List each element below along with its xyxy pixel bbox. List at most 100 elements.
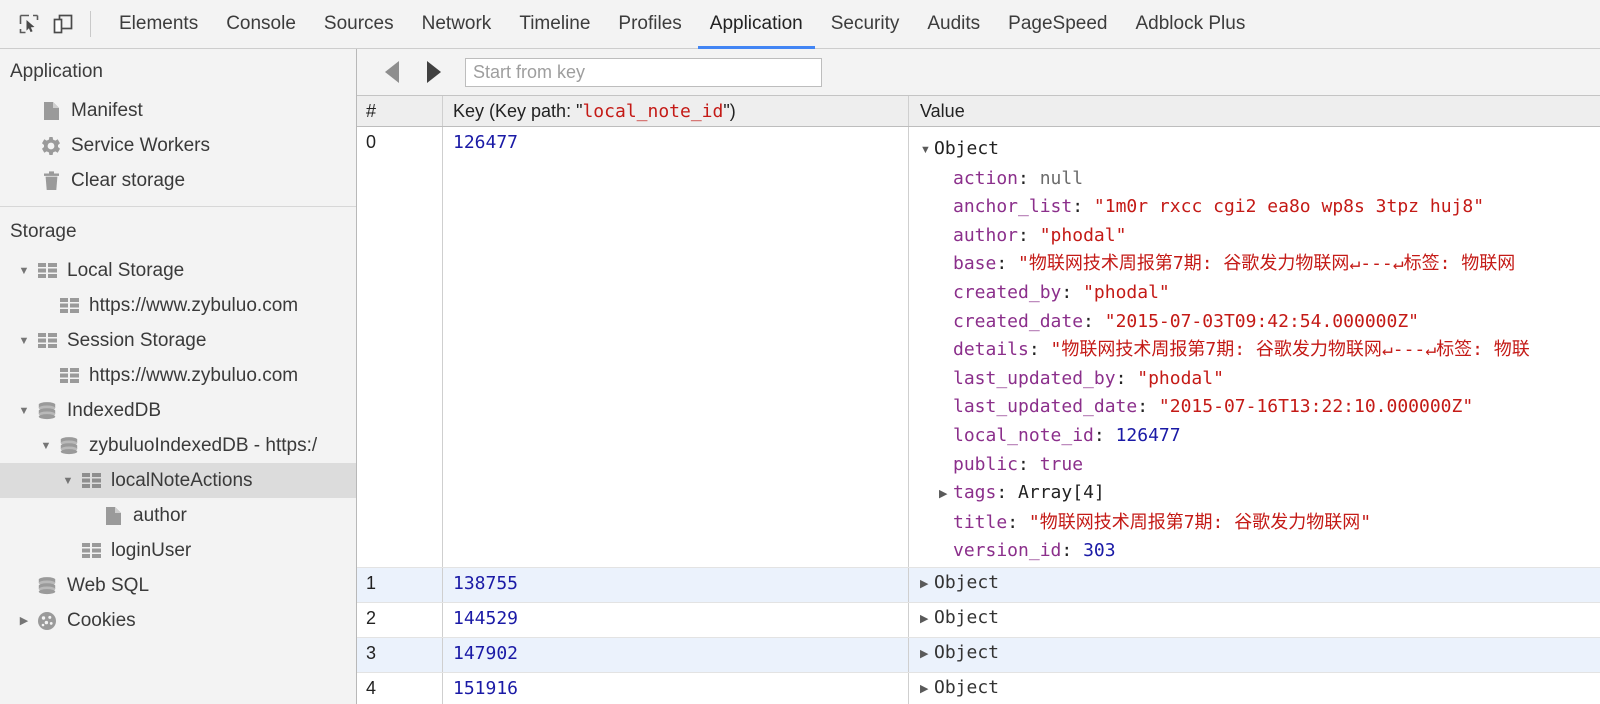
object-property-version-id: version_id: 303	[920, 537, 1530, 566]
sidebar-item-label: loginUser	[111, 540, 191, 562]
devtools-window: Elements Console Sources Network Timelin…	[0, 0, 1600, 704]
table-row[interactable]: 2 144529 ▶Object	[357, 603, 1600, 638]
tab-label: Timeline	[519, 13, 590, 35]
sidebar-item-label: https://www.zybuluo.com	[89, 365, 298, 387]
cell-value: ▼Object action: null anchor_list: "1m0r …	[909, 127, 1600, 567]
sidebar-item-zybuluo-indexeddb[interactable]: ▼ zybuluoIndexedDB - https:/	[0, 428, 356, 463]
sidebar-item-manifest[interactable]: Manifest	[0, 93, 356, 128]
object-collapsed[interactable]: ▶Object	[920, 677, 999, 698]
object-label: Object	[934, 607, 999, 628]
object-collapsed[interactable]: ▶Object	[920, 572, 999, 593]
sidebar-item-loginuser[interactable]: loginUser	[0, 533, 356, 568]
property-separator: :	[1007, 512, 1029, 533]
tab-label: Application	[710, 13, 803, 35]
property-name: created_by	[953, 282, 1061, 303]
chevron-right-icon[interactable]: ▶	[920, 577, 934, 590]
cell-value[interactable]: ▶Object	[909, 638, 1600, 672]
chevron-down-icon[interactable]: ▼	[14, 335, 34, 347]
sidebar-item-indexeddb[interactable]: ▼ IndexedDB	[0, 393, 356, 428]
object-property-local-note-id: local_note_id: 126477	[920, 422, 1530, 451]
column-header-index[interactable]: #	[357, 96, 443, 126]
chevron-down-icon[interactable]: ▼	[920, 136, 934, 165]
cell-value[interactable]: ▶Object	[909, 568, 1600, 602]
column-header-value[interactable]: Value	[909, 96, 1600, 126]
sidebar-item-session-storage-origin[interactable]: https://www.zybuluo.com	[0, 358, 356, 393]
tab-label: Console	[226, 13, 296, 35]
property-value: 303	[1083, 540, 1116, 561]
sidebar-item-local-storage[interactable]: ▼ Local Storage	[0, 253, 356, 288]
tab-adblock-plus[interactable]: Adblock Plus	[1122, 0, 1260, 49]
property-value: "物联网技术周报第7期: 谷歌发力物联网↵---↵标签: 物联	[1051, 339, 1530, 360]
sidebar-item-cookies[interactable]: ▶ Cookies	[0, 603, 356, 638]
property-name: action	[953, 168, 1018, 189]
object-collapsed[interactable]: ▶Object	[920, 607, 999, 628]
sidebar-item-author[interactable]: author	[0, 498, 356, 533]
object-property-action: action: null	[920, 165, 1530, 194]
table-row[interactable]: 3 147902 ▶Object	[357, 638, 1600, 673]
toolbar-divider	[90, 11, 91, 37]
tab-profiles[interactable]: Profiles	[604, 0, 695, 49]
tab-elements[interactable]: Elements	[105, 0, 212, 49]
object-property-public: public: true	[920, 451, 1530, 480]
sidebar-item-web-sql[interactable]: Web SQL	[0, 568, 356, 603]
sidebar-item-clear-storage[interactable]: Clear storage	[0, 163, 356, 198]
cookie-icon	[36, 611, 58, 631]
chevron-right-icon[interactable]: ▶	[920, 647, 934, 660]
object-tree-root[interactable]: ▼Object	[920, 135, 1530, 165]
tab-audits[interactable]: Audits	[913, 0, 994, 49]
object-tree: ▼Object action: null anchor_list: "1m0r …	[920, 135, 1530, 566]
sidebar-item-label: author	[133, 505, 187, 527]
column-header-key[interactable]: Key (Key path: "local_note_id")	[443, 96, 909, 126]
property-separator: :	[1072, 196, 1094, 217]
chevron-down-icon[interactable]: ▼	[14, 265, 34, 277]
property-value: "物联网技术周报第7期: 谷歌发力物联网↵---↵标签: 物联网	[1018, 253, 1515, 274]
chevron-right-icon[interactable]: ▶	[14, 614, 34, 627]
sidebar-item-label: IndexedDB	[67, 400, 161, 422]
tab-pagespeed[interactable]: PageSpeed	[994, 0, 1121, 49]
table-row[interactable]: 4 151916 ▶Object	[357, 673, 1600, 704]
chevron-right-icon[interactable]: ▶	[920, 612, 934, 625]
sidebar-item-localnoteactions[interactable]: ▼ localNoteActions	[0, 463, 356, 498]
table-icon	[36, 331, 58, 351]
next-page-button[interactable]	[413, 55, 455, 89]
cell-index: 4	[357, 673, 443, 704]
toggle-device-toolbar-icon[interactable]	[46, 7, 80, 41]
tab-network[interactable]: Network	[408, 0, 506, 49]
sidebar-item-label: Web SQL	[67, 575, 149, 597]
sidebar-item-service-workers[interactable]: Service Workers	[0, 128, 356, 163]
sidebar-item-session-storage[interactable]: ▼ Session Storage	[0, 323, 356, 358]
trash-icon	[40, 171, 62, 191]
chevron-right-icon[interactable]: ▶	[920, 682, 934, 695]
object-property-last-updated-by: last_updated_by: "phodal"	[920, 365, 1530, 394]
cell-value[interactable]: ▶Object	[909, 673, 1600, 704]
start-from-key-input[interactable]	[465, 58, 822, 87]
tab-label: Profiles	[618, 13, 681, 35]
previous-page-button[interactable]	[371, 55, 413, 89]
property-name: base	[953, 253, 996, 274]
tab-security[interactable]: Security	[817, 0, 914, 49]
cell-value[interactable]: ▶Object	[909, 603, 1600, 637]
indexeddb-panel: # Key (Key path: "local_note_id") Value …	[357, 49, 1600, 704]
table-row[interactable]: 0 126477 ▼Object action: null anchor_lis…	[357, 127, 1600, 568]
chevron-down-icon[interactable]: ▼	[36, 440, 56, 452]
cell-index: 2	[357, 603, 443, 637]
chevron-down-icon[interactable]: ▼	[14, 405, 34, 417]
property-separator: :	[1029, 339, 1051, 360]
property-separator: :	[1018, 454, 1040, 475]
tab-application[interactable]: Application	[696, 0, 817, 49]
chevron-down-icon[interactable]: ▼	[58, 475, 78, 487]
sidebar-item-local-storage-origin[interactable]: https://www.zybuluo.com	[0, 288, 356, 323]
tab-sources[interactable]: Sources	[310, 0, 408, 49]
table-row[interactable]: 1 138755 ▶Object	[357, 568, 1600, 603]
object-property-tags[interactable]: ▶tags: Array[4]	[920, 479, 1530, 509]
property-value: Array[4]	[1018, 482, 1105, 503]
tab-timeline[interactable]: Timeline	[505, 0, 604, 49]
cell-key: 138755	[443, 568, 909, 602]
chevron-right-icon[interactable]: ▶	[939, 480, 953, 509]
inspect-element-icon[interactable]	[12, 7, 46, 41]
column-header-key-prefix: Key (Key path: "	[453, 101, 582, 122]
tab-console[interactable]: Console	[212, 0, 310, 49]
indexeddb-data-grid: # Key (Key path: "local_note_id") Value …	[357, 96, 1600, 704]
property-value: "物联网技术周报第7期: 谷歌发力物联网"	[1029, 512, 1371, 533]
object-collapsed[interactable]: ▶Object	[920, 642, 999, 663]
